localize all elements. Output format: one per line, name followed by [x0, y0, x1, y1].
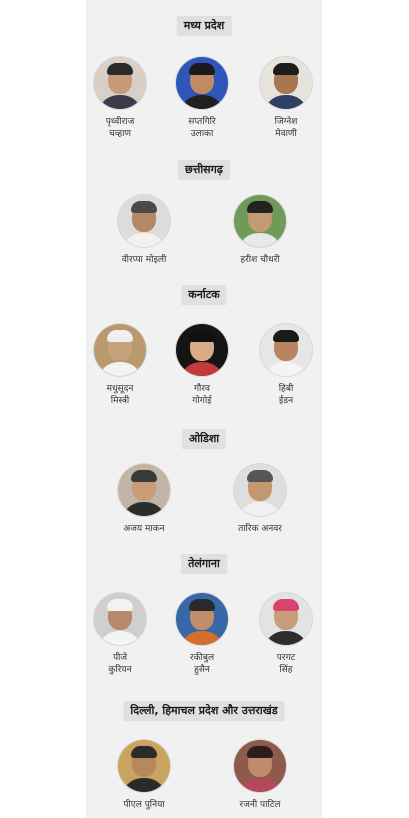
person-card: रजनी पाटिल: [220, 740, 300, 811]
person-name: तारिक अनवर: [238, 524, 282, 534]
person-name: गौरव गोगोई: [192, 384, 212, 406]
section-heading: कर्नाटक: [181, 285, 227, 305]
section-heading: ओडिशा: [181, 429, 227, 449]
leaders-panel: मध्य प्रदेश पृथ्वीराज चव्हाण सप्तगिरि उलाक…: [86, 0, 322, 818]
person-card: मधुसूदन मिस्त्री: [80, 324, 160, 407]
person-card: हिबी ईडन: [246, 324, 326, 407]
person-photo: [260, 593, 312, 645]
person-name: सप्तगिरि उलाका: [188, 117, 216, 139]
person-photo: [260, 324, 312, 376]
section-heading: दिल्ली, हिमाचल प्रदेश और उत्तराखंड: [123, 701, 285, 721]
person-name: वीरप्पा मोइली: [121, 255, 167, 265]
person-photo: [176, 593, 228, 645]
person-photo: [118, 740, 170, 792]
person-photo: [260, 57, 312, 109]
person-name: अजय माकन: [123, 524, 165, 534]
person-name: पीएल पुनिया: [123, 800, 165, 810]
section-heading: मध्य प्रदेश: [176, 16, 232, 36]
person-name: हरीश चौधरी: [240, 255, 280, 265]
person-photo: [94, 324, 146, 376]
person-card: तारिक अनवर: [220, 464, 300, 535]
person-name: रजनी पाटिल: [239, 800, 281, 810]
person-photo: [234, 195, 286, 247]
person-card: वीरप्पा मोइली: [104, 195, 184, 266]
person-name: रकीबुल हुसैन: [189, 653, 215, 675]
person-photo: [234, 740, 286, 792]
person-name: मधुसूदन मिस्त्री: [106, 384, 134, 406]
person-card: पीएल पुनिया: [104, 740, 184, 811]
person-card: रकीबुल हुसैन: [162, 593, 242, 676]
person-name: जिग्नेश मेवाणी: [274, 117, 298, 139]
person-photo: [118, 464, 170, 516]
person-name: हिबी ईडन: [278, 384, 294, 406]
person-photo: [234, 464, 286, 516]
person-photo: [94, 593, 146, 645]
person-photo: [176, 324, 228, 376]
section-heading: छत्तीसगढ़: [178, 160, 230, 180]
person-photo: [176, 57, 228, 109]
person-photo: [94, 57, 146, 109]
person-name: परगट सिंह: [276, 653, 296, 675]
section-heading: तेलंगाना: [181, 554, 227, 574]
person-card: सप्तगिरि उलाका: [162, 57, 242, 140]
person-card: जिग्नेश मेवाणी: [246, 57, 326, 140]
person-card: परगट सिंह: [246, 593, 326, 676]
person-card: पृथ्वीराज चव्हाण: [80, 57, 160, 140]
person-card: हरीश चौधरी: [220, 195, 300, 266]
person-name: पीजे कुरियन: [108, 653, 132, 675]
person-card: गौरव गोगोई: [162, 324, 242, 407]
person-photo: [118, 195, 170, 247]
person-card: अजय माकन: [104, 464, 184, 535]
person-name: पृथ्वीराज चव्हाण: [105, 117, 135, 139]
person-card: पीजे कुरियन: [80, 593, 160, 676]
